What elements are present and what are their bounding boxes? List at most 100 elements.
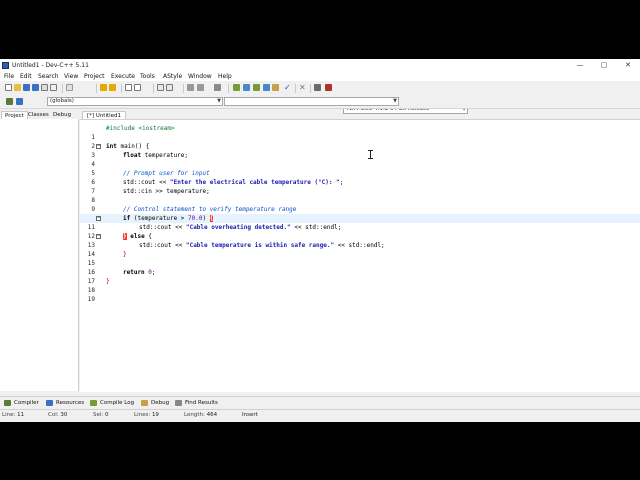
delete-profile-icon[interactable] <box>325 84 332 91</box>
toggle-comment-icon[interactable] <box>187 84 194 91</box>
redo-icon[interactable] <box>109 84 116 91</box>
code-text: temperature; <box>141 152 189 159</box>
menu-astyle[interactable]: AStyle <box>163 73 182 80</box>
include-directive: #include <iostream> <box>106 125 175 132</box>
code-line: 10 // Control statement to verify temper… <box>80 205 640 222</box>
open-folder-icon[interactable] <box>14 84 21 91</box>
menu-window[interactable]: Window <box>188 73 212 80</box>
code-line: 7 std::cout << "Enter the electrical cab… <box>80 178 640 195</box>
compile-icon[interactable] <box>233 84 240 91</box>
fold-toggle-icon[interactable]: − <box>96 216 101 221</box>
status-col: Col: 30 <box>48 412 68 418</box>
main-toolbar: ✓ ✕ TDM-GCC 4.9.2 64-bit Release ▼ <box>0 81 640 114</box>
tab-compiler[interactable]: Compiler <box>4 399 39 407</box>
status-sel: Sel: 0 <box>93 412 109 418</box>
code-line: 15 } <box>80 250 640 267</box>
menu-execute[interactable]: Execute <box>111 73 135 80</box>
tab-debug[interactable]: Debug <box>50 111 74 119</box>
matched-brace: { <box>209 215 214 222</box>
insert-icon[interactable] <box>6 98 13 105</box>
toolbar-separator <box>121 84 122 93</box>
bookmark-icon[interactable] <box>214 84 221 91</box>
minimize-button[interactable]: — <box>572 60 588 71</box>
menu-edit[interactable]: Edit <box>20 73 32 80</box>
compile-log-icon <box>90 400 97 406</box>
save-icon[interactable] <box>23 84 30 91</box>
status-bar: Line: 11 Col: 30 Sel: 0 Lines: 19 Length… <box>0 409 640 422</box>
window-title: Untitled1 - Dev-C++ 5.11 <box>12 62 89 69</box>
code-text: std::cout << <box>123 179 170 186</box>
undo-icon[interactable] <box>100 84 107 91</box>
tab-find-results[interactable]: Find Results <box>175 399 218 407</box>
find-icon[interactable] <box>125 84 132 91</box>
tab-label: Compiler <box>14 400 39 406</box>
tab-classes[interactable]: Classes <box>25 111 52 119</box>
menu-file[interactable]: File <box>4 73 14 80</box>
code-text: ; <box>151 269 156 276</box>
menu-search[interactable]: Search <box>38 73 59 80</box>
code-line: 18 } <box>80 277 640 294</box>
menu-project[interactable]: Project <box>84 73 105 80</box>
fold-toggle-icon[interactable]: − <box>96 234 101 239</box>
rebuild-icon[interactable] <box>263 84 270 91</box>
close-file-icon[interactable] <box>41 84 48 91</box>
new-file-icon[interactable] <box>5 84 12 91</box>
compiler-icon <box>4 400 11 406</box>
editor-tabs: [*] Untitled1 <box>80 110 640 120</box>
code-text: { <box>144 233 152 240</box>
comment: // Control statement to verify temperatu… <box>123 206 297 213</box>
compile-run-icon[interactable] <box>253 84 260 91</box>
status-length: Length: 464 <box>184 412 218 418</box>
code-line: 3 − int main() { <box>80 142 640 159</box>
menu-view[interactable]: View <box>64 73 78 80</box>
class-toolbar: (globals) ▼ ▼ <box>0 95 640 109</box>
profile-icon[interactable] <box>314 84 321 91</box>
current-code-line: 11 − if (temperature > 70.0) { <box>80 214 640 231</box>
project-panel[interactable] <box>0 119 79 391</box>
tab-label: Resources <box>56 400 85 406</box>
string-literal: "Cable temperature is within safe range.… <box>185 242 335 249</box>
menu-help[interactable]: Help <box>218 73 232 80</box>
debug-icon <box>141 400 148 406</box>
indent-icon[interactable] <box>157 84 164 91</box>
print-icon[interactable] <box>50 84 57 91</box>
fold-toggle-icon[interactable]: − <box>96 144 101 149</box>
goto-bookmark-icon[interactable] <box>16 98 23 105</box>
tab-debug-output[interactable]: Debug <box>141 399 169 407</box>
maximize-button[interactable]: ▢ <box>596 60 612 71</box>
code-line: 17 return 0; <box>80 268 640 285</box>
goto-icon[interactable] <box>197 84 204 91</box>
cut-icon[interactable] <box>66 84 73 91</box>
unindent-icon[interactable] <box>166 84 173 91</box>
scope-select-value: (globals) <box>50 98 74 104</box>
text-cursor-icon <box>368 150 373 159</box>
code-text: (temperature > <box>130 215 189 222</box>
keyword: return <box>123 269 145 276</box>
menu-tools[interactable]: Tools <box>140 73 155 80</box>
code-text: std::cout << <box>139 242 186 249</box>
code-text: ; <box>339 179 344 186</box>
replace-icon[interactable] <box>134 84 141 91</box>
code-text: } <box>106 278 110 285</box>
resources-icon <box>46 400 53 406</box>
code-line: 14 std::cout << "Cable temperature is wi… <box>80 241 640 258</box>
run-icon[interactable] <box>243 84 250 91</box>
code-text: << std::endl; <box>334 242 385 249</box>
code-text: std::cout << <box>139 224 186 231</box>
save-all-icon[interactable] <box>32 84 39 91</box>
member-select[interactable]: ▼ <box>224 97 399 106</box>
stop-icon[interactable]: ✕ <box>299 84 306 92</box>
tab-compile-log[interactable]: Compile Log <box>90 399 134 407</box>
code-text: ) <box>202 215 210 222</box>
debug-icon[interactable] <box>272 84 279 91</box>
string-literal: "Enter the electrical cable temperature … <box>169 179 340 186</box>
check-syntax-icon[interactable]: ✓ <box>284 84 291 92</box>
code-line: 19 <box>80 286 640 303</box>
scope-select[interactable]: (globals) ▼ <box>47 97 223 106</box>
tab-resources[interactable]: Resources <box>46 399 84 407</box>
line-number: 19 <box>87 296 95 303</box>
comment: // Prompt user for input <box>123 170 210 177</box>
code-line: 16 <box>80 259 640 276</box>
close-button[interactable]: ✕ <box>620 60 636 71</box>
code-editor[interactable]: 1 #include <iostream> 2 3 − int main() {… <box>80 119 640 392</box>
